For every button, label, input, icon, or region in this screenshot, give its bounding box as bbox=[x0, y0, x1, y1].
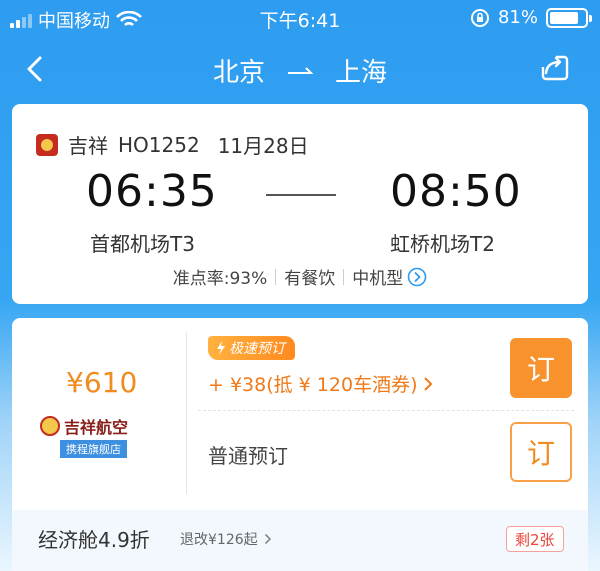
flight-info-row[interactable]: 准点率:93% 有餐饮 中机型 bbox=[12, 264, 588, 289]
flight-card[interactable]: 吉祥 HO1252 11月28日 06:35 08:50 首都机场T3 虹桥机场… bbox=[12, 104, 588, 304]
store-subtitle: 携程旗舰店 bbox=[60, 440, 127, 458]
store-name: 吉祥航空 bbox=[64, 418, 129, 437]
price-label: ¥610 bbox=[66, 366, 138, 399]
chevron-right-icon bbox=[264, 533, 271, 545]
speed-booking-tag: 极速预订 bbox=[208, 336, 295, 360]
battery-icon bbox=[546, 7, 592, 28]
departure-time: 06:35 bbox=[86, 166, 218, 217]
normal-booking-label: 普通预订 bbox=[208, 444, 288, 468]
on-time-rate: 准点率:93% bbox=[172, 269, 268, 289]
normal-book-button[interactable]: 订 bbox=[510, 422, 572, 482]
divider bbox=[275, 268, 277, 285]
battery-fill bbox=[550, 11, 578, 24]
remaining-tickets-badge: 剩2张 bbox=[506, 526, 564, 552]
status-bar: 中国移动 下午6:41 81% bbox=[0, 0, 600, 36]
promo-link[interactable]: + ¥38(抵 ¥ 120车酒券) bbox=[208, 370, 433, 397]
promo-text: + ¥38(抵 ¥ 120车酒券) bbox=[208, 374, 418, 396]
speed-booking-label: 极速预订 bbox=[229, 341, 285, 357]
cabin-class: 经济舱4.9折 bbox=[38, 528, 150, 552]
origin-city: 北京 bbox=[212, 58, 265, 88]
flight-duration-line bbox=[266, 194, 336, 196]
chevron-right-circle-icon[interactable] bbox=[407, 267, 427, 287]
airline-row: 吉祥 HO1252 11月28日 bbox=[36, 130, 309, 159]
airline-name: 吉祥 bbox=[68, 134, 108, 158]
status-right: 81% bbox=[470, 7, 592, 28]
vertical-divider bbox=[186, 332, 187, 494]
wifi-icon bbox=[116, 11, 142, 27]
refund-policy[interactable]: 退改¥126起 bbox=[180, 529, 272, 549]
signal-icon bbox=[10, 12, 32, 28]
divider bbox=[343, 268, 345, 285]
destination-city: 上海 bbox=[335, 58, 388, 88]
refund-text: 退改¥126起 bbox=[180, 532, 258, 548]
lightning-icon bbox=[217, 341, 225, 355]
arrival-time: 08:50 bbox=[390, 166, 522, 217]
carrier-label: 中国移动 bbox=[38, 11, 110, 32]
airline-logo-icon bbox=[36, 133, 58, 156]
flight-date: 11月28日 bbox=[217, 134, 309, 158]
route-arrow-icon bbox=[288, 66, 313, 74]
departure-airport: 首都机场T3 bbox=[90, 232, 195, 256]
airline-badge-icon bbox=[40, 416, 60, 436]
cabin-row[interactable]: 经济舱4.9折 退改¥126起 剩2张 bbox=[12, 510, 588, 571]
store-logo: 吉祥航空 携程旗舰店 bbox=[40, 414, 160, 458]
rotation-lock-icon bbox=[470, 8, 489, 27]
battery-percent: 81% bbox=[497, 7, 538, 28]
horizontal-divider bbox=[198, 410, 574, 411]
aircraft-type: 中机型 bbox=[352, 269, 404, 289]
chevron-right-icon bbox=[424, 376, 433, 391]
flight-number: HO1252 bbox=[118, 132, 200, 157]
speed-book-button[interactable]: 订 bbox=[510, 338, 572, 398]
booking-card: ¥610 吉祥航空 携程旗舰店 极速预订 + ¥38(抵 ¥ 120车酒券) 订… bbox=[12, 318, 588, 571]
store-logo-top: 吉祥航空 bbox=[40, 414, 160, 438]
meal-info: 有餐饮 bbox=[284, 269, 336, 289]
arrival-airport: 虹桥机场T2 bbox=[390, 232, 495, 256]
share-icon[interactable] bbox=[540, 53, 570, 83]
route-title: 北京 上海 bbox=[0, 52, 600, 89]
nav-bar: 北京 上海 bbox=[0, 36, 600, 102]
status-left: 中国移动 bbox=[10, 7, 142, 33]
